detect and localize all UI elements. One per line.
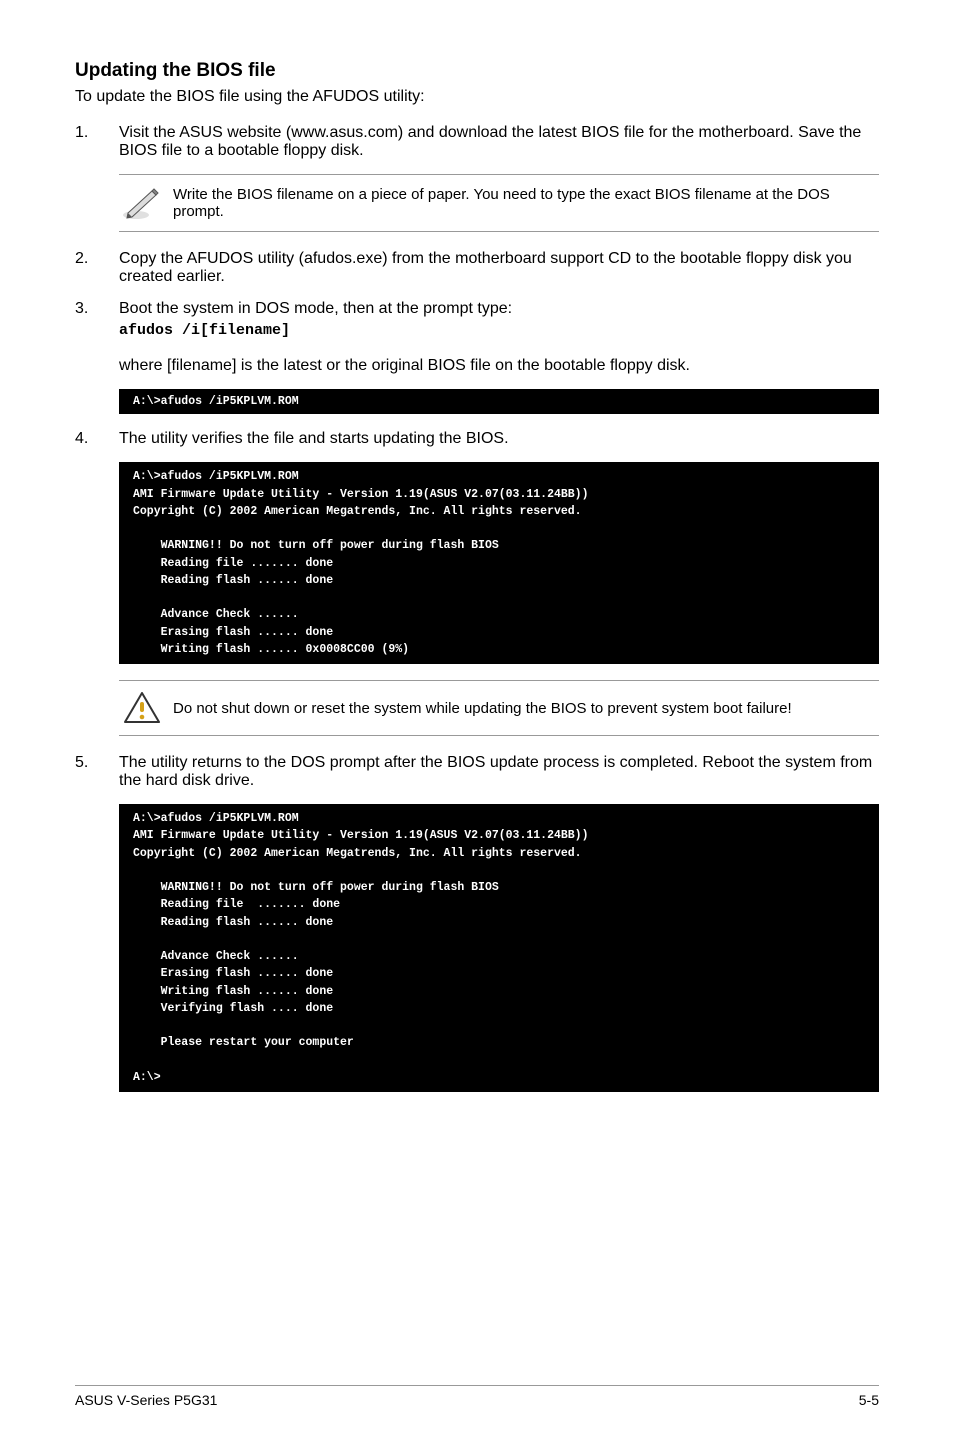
step-body: Boot the system in DOS mode, then at the…: [119, 300, 879, 343]
command-text: afudos /i[filename]: [119, 322, 879, 339]
step-number: 4.: [75, 430, 119, 448]
note-text: Write the BIOS filename on a piece of pa…: [165, 186, 879, 220]
note-text: Do not shut down or reset the system whi…: [165, 700, 879, 717]
terminal-output-2: A:\>afudos /iP5KPLVM.ROM AMI Firmware Up…: [119, 462, 879, 664]
terminal-output-3: A:\>afudos /iP5KPLVM.ROM AMI Firmware Up…: [119, 804, 879, 1092]
note-warning: Do not shut down or reset the system whi…: [119, 680, 879, 736]
step-body: Copy the AFUDOS utility (afudos.exe) fro…: [119, 250, 879, 286]
note-info: Write the BIOS filename on a piece of pa…: [119, 174, 879, 232]
page-footer: ASUS V-Series P5G31 5-5: [75, 1385, 879, 1408]
step-2: 2. Copy the AFUDOS utility (afudos.exe) …: [75, 250, 879, 286]
step-body: The utility returns to the DOS prompt af…: [119, 754, 879, 790]
section-heading: Updating the BIOS file: [75, 60, 879, 82]
page-content: Updating the BIOS file To update the BIO…: [75, 60, 879, 1355]
step-number: 3.: [75, 300, 119, 343]
step-1: 1. Visit the ASUS website (www.asus.com)…: [75, 124, 879, 160]
step-body: Visit the ASUS website (www.asus.com) an…: [119, 124, 879, 160]
terminal-output-1: A:\>afudos /iP5KPLVM.ROM: [119, 389, 879, 414]
warning-icon: [119, 691, 165, 725]
step-5: 5. The utility returns to the DOS prompt…: [75, 754, 879, 790]
footer-right: 5-5: [859, 1392, 879, 1408]
step-4: 4. The utility verifies the file and sta…: [75, 430, 879, 448]
step-number: 2.: [75, 250, 119, 286]
footer-left: ASUS V-Series P5G31: [75, 1392, 217, 1408]
step-3-note: where [filename] is the latest or the or…: [119, 357, 879, 375]
step-body: The utility verifies the file and starts…: [119, 430, 879, 448]
step-number: 5.: [75, 754, 119, 790]
step-number: 1.: [75, 124, 119, 160]
step-text: Boot the system in DOS mode, then at the…: [119, 300, 879, 318]
intro-text: To update the BIOS file using the AFUDOS…: [75, 88, 879, 106]
pencil-icon: [119, 185, 165, 221]
step-3: 3. Boot the system in DOS mode, then at …: [75, 300, 879, 343]
